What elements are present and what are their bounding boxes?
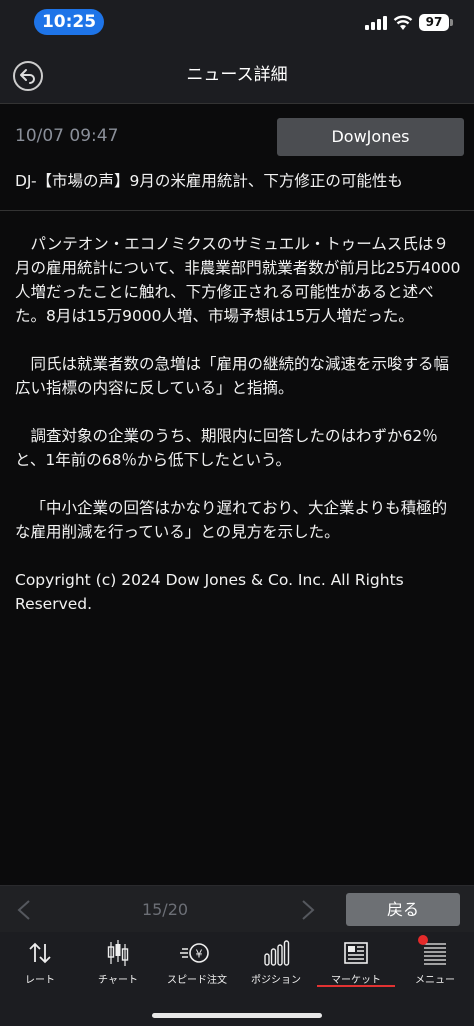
article-paragraph: パンテオン・エコノミクスのサミュエル・トゥームス氏は９月の雇用統計について、非農…	[15, 235, 461, 325]
tab-menu[interactable]: メニュー	[396, 938, 474, 992]
back-button[interactable]	[13, 61, 43, 91]
page-indicator: 15/20	[141, 900, 189, 919]
wifi-icon	[393, 15, 413, 30]
home-indicator	[152, 1013, 322, 1018]
battery-tip	[450, 19, 453, 26]
tab-label: スピード注文	[167, 975, 227, 986]
status-bar: 10:25 97	[0, 0, 474, 44]
tab-label: レート	[25, 975, 55, 986]
article-datetime: 10/07 09:47	[15, 126, 119, 146]
tab-label: マーケット	[331, 975, 381, 986]
article-pager: 15/20 戻る	[0, 885, 474, 932]
article-headline: DJ-【市場の声】9月の米雇用統計、下方修正の可能性も	[15, 172, 403, 190]
tab-rate[interactable]: レート	[1, 938, 79, 992]
tab-chart[interactable]: チャート	[79, 938, 157, 992]
article-body: パンテオン・エコノミクスのサミュエル・トゥームス氏は９月の雇用統計について、非農…	[15, 232, 461, 640]
candlestick-icon	[107, 940, 129, 966]
tab-label: チャート	[98, 975, 138, 986]
page-title: ニュース詳細	[186, 65, 288, 85]
divider	[0, 210, 474, 211]
article-paragraph: 同氏は就業者数の急増は「雇用の継続的な減速を示唆する幅広い指標の内容に反している…	[15, 355, 450, 397]
active-tab-indicator	[317, 985, 395, 987]
tab-label: メニュー	[415, 975, 455, 986]
bar-chart-icon	[264, 940, 290, 966]
previous-article-button[interactable]	[16, 900, 32, 920]
nav-header: ニュース詳細	[0, 44, 474, 104]
rate-arrows-icon	[29, 942, 51, 964]
return-button[interactable]: 戻る	[346, 893, 460, 926]
article-paragraph: 調査対象の企業のうち、期限内に回答したのはわずか62％と、1年前の68％から低下…	[15, 427, 438, 469]
tab-market[interactable]: マーケット	[317, 938, 395, 992]
cellular-signal-icon	[365, 16, 387, 30]
status-time: 10:25	[34, 9, 104, 35]
bottom-tab-bar: レート チャート ¥ スピード注文 ポジション マーケット メニュー	[0, 932, 474, 1026]
newspaper-icon	[344, 942, 368, 964]
news-source-button[interactable]: DowJones	[277, 118, 464, 156]
copyright-notice: Copyright (c) 2024 Dow Jones & Co. Inc. …	[15, 571, 404, 613]
back-arrow-icon	[20, 69, 35, 84]
next-article-button[interactable]	[300, 900, 316, 920]
article-paragraph: 「中小企業の回答はかなり遅れており、大企業よりも積極的な雇用削減を行っている」と…	[15, 499, 448, 541]
battery-icon: 97	[419, 14, 449, 31]
speed-order-icon: ¥	[180, 943, 209, 963]
notification-badge	[418, 935, 428, 945]
tab-position[interactable]: ポジション	[237, 938, 315, 992]
tab-label: ポジション	[251, 975, 301, 986]
svg-text:¥: ¥	[196, 948, 203, 961]
tab-speed-order[interactable]: ¥ スピード注文	[158, 938, 236, 992]
